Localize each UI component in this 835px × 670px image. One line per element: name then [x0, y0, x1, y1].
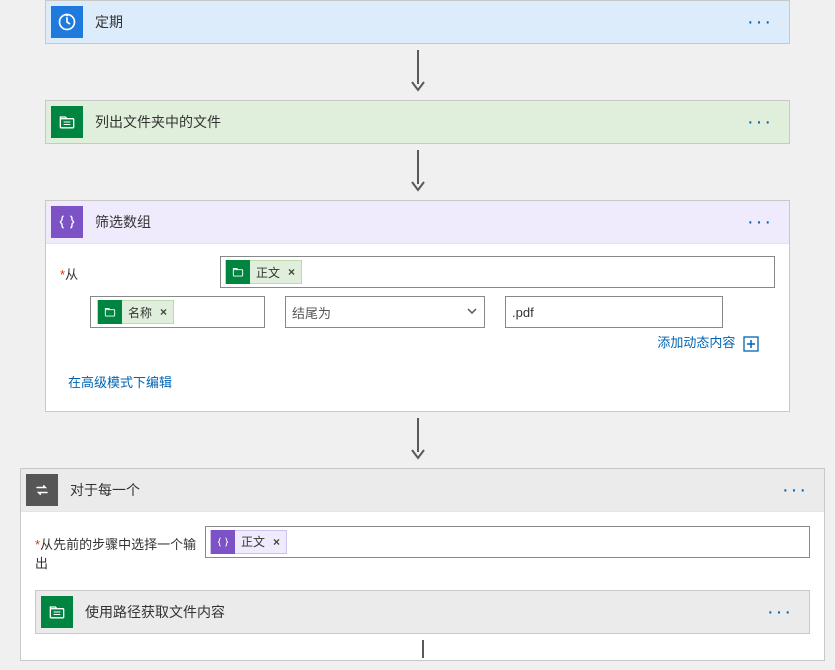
clock-icon: [51, 6, 83, 38]
code-braces-icon: [51, 206, 83, 238]
add-dynamic-content-link[interactable]: 添加动态内容: [60, 332, 759, 352]
token-remove-icon[interactable]: ×: [288, 265, 295, 279]
flow-arrow: [20, 150, 815, 194]
step-title: 定期: [95, 12, 741, 32]
token-name[interactable]: 名称 ×: [97, 300, 174, 324]
token-remove-icon[interactable]: ×: [160, 305, 167, 319]
add-dynamic-label: 添加动态内容: [657, 335, 735, 350]
loop-icon: [26, 474, 58, 506]
step-title: 对于每一个: [70, 480, 776, 500]
ellipsis-icon[interactable]: ···: [741, 214, 779, 230]
chevron-down-icon: [466, 305, 478, 320]
step-header[interactable]: 列出文件夹中的文件 ···: [46, 101, 789, 143]
folder-icon: [226, 260, 250, 284]
condition-value-input[interactable]: .pdf: [505, 296, 723, 328]
select-output-label-text: 从先前的步骤中选择一个输出: [35, 537, 196, 571]
step-header[interactable]: 对于每一个 ···: [21, 469, 824, 511]
token-label: 正文: [241, 533, 265, 550]
folder-icon: [98, 300, 122, 324]
step-header[interactable]: 筛选数组 ···: [46, 201, 789, 243]
step-for-each: 对于每一个 ··· *从先前的步骤中选择一个输出 正文 ×: [20, 468, 825, 661]
step-get-file-content[interactable]: 使用路径获取文件内容 ···: [35, 590, 810, 634]
step-list-files[interactable]: 列出文件夹中的文件 ···: [45, 100, 790, 144]
step-body: *从先前的步骤中选择一个输出 正文 × 使用路径获取文件内容: [21, 511, 824, 660]
from-label-text: 从: [65, 267, 78, 282]
condition-value-text: .pdf: [512, 305, 534, 320]
token-body[interactable]: 正文 ×: [225, 260, 302, 284]
ellipsis-icon[interactable]: ···: [741, 114, 779, 130]
flow-arrow: [20, 50, 815, 94]
condition-left-input[interactable]: 名称 ×: [90, 296, 265, 328]
step-title: 筛选数组: [95, 212, 741, 232]
flow-arrow: [20, 418, 815, 462]
step-header[interactable]: 定期 ···: [46, 1, 789, 43]
operator-value: 结尾为: [292, 303, 331, 322]
select-output-input[interactable]: 正文 ×: [205, 526, 810, 558]
token-remove-icon[interactable]: ×: [273, 535, 280, 549]
from-label: *从: [60, 256, 220, 283]
ellipsis-icon[interactable]: ···: [741, 14, 779, 30]
token-label: 名称: [128, 304, 152, 321]
ellipsis-icon[interactable]: ···: [776, 482, 814, 498]
step-filter-array: 筛选数组 ··· *从 正文 × 名称: [45, 200, 790, 412]
ellipsis-icon[interactable]: ···: [761, 604, 799, 620]
folder-icon: [51, 106, 83, 138]
step-title: 使用路径获取文件内容: [85, 602, 761, 622]
step-title: 列出文件夹中的文件: [95, 112, 741, 132]
from-field-row: *从 正文 ×: [60, 256, 775, 288]
edit-advanced-mode-link[interactable]: 在高级模式下编辑: [68, 372, 172, 391]
select-output-row: *从先前的步骤中选择一个输出 正文 ×: [35, 526, 810, 572]
select-output-label: *从先前的步骤中选择一个输出: [35, 526, 205, 572]
from-input[interactable]: 正文 ×: [220, 256, 775, 288]
step-header[interactable]: 使用路径获取文件内容 ···: [36, 591, 809, 633]
condition-operator-select[interactable]: 结尾为: [285, 296, 485, 328]
plus-box-icon: [743, 336, 759, 352]
condition-row: 名称 × 结尾为 .pdf: [90, 296, 775, 328]
token-body[interactable]: 正文 ×: [210, 530, 287, 554]
folder-icon: [41, 596, 73, 628]
token-label: 正文: [256, 264, 280, 281]
step-recurrence[interactable]: 定期 ···: [45, 0, 790, 44]
for-each-inner: 使用路径获取文件内容 ···: [35, 590, 810, 660]
step-body: *从 正文 × 名称 ×: [46, 243, 789, 411]
code-braces-icon: [211, 530, 235, 554]
flow-arrow: [35, 640, 810, 660]
